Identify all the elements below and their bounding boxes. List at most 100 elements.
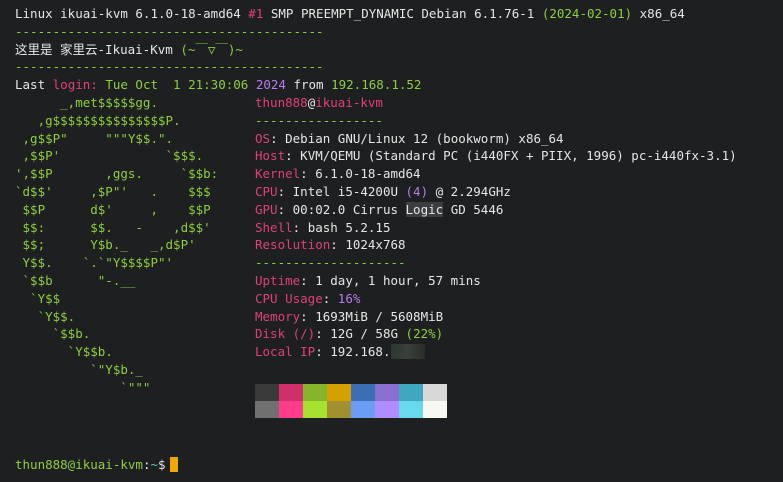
- logo-line: `d$$' ,$P"' . $$$: [15, 183, 211, 199]
- system-info: thun888@ikuai-kvm ----------------- OS: …: [255, 94, 775, 361]
- logo-line: `Y$$: [15, 290, 61, 306]
- memory-label: Memory: [255, 308, 301, 324]
- info-sep: :: [330, 237, 346, 253]
- info-sep: :: [277, 201, 293, 217]
- motd-text: 这里是 家里云-Ikuai-Kvm: [15, 41, 181, 57]
- info-sep: :: [300, 166, 316, 182]
- info-sep: :: [285, 148, 301, 164]
- last-login-ip: 192.168.1.52: [331, 77, 422, 93]
- info-memory: Memory: 1693MiB / 5608MiB: [255, 308, 775, 326]
- prompt-user-host: thun888@ikuai-kvm: [15, 457, 143, 472]
- cpu-usage-value: 16%: [337, 290, 361, 306]
- info-sep: :: [300, 308, 316, 324]
- info-kernel: Kernel: 6.1.0-18-amd64: [255, 165, 775, 183]
- debian-ascii-logo: _,met$$$$$gg. ,g$$$$$$$$$$$$$$$P. ,g$$P"…: [15, 94, 255, 397]
- localip-label: Local IP: [255, 344, 316, 360]
- shell-label: Shell: [255, 219, 293, 235]
- last-label: Last: [15, 77, 53, 93]
- info-cpu: CPU: Intel i5-4200U (4) @ 2.294GHz: [255, 183, 775, 201]
- info-sep: :: [292, 219, 308, 235]
- last-login-word: login:: [52, 77, 98, 93]
- logo-line: ,g$$P" """Y$$.".: [15, 130, 174, 146]
- last-login-date: Tue Oct 1 21:30:06: [97, 77, 256, 93]
- logo-line: ,$$P' `$$$.: [15, 148, 204, 164]
- palette-swatch: [255, 401, 279, 418]
- info-underline-2: --------------------: [255, 255, 406, 271]
- terminal-window[interactable]: Linux ikuai-kvm 6.1.0-18-amd64 #1 SMP PR…: [15, 5, 775, 475]
- palette-swatch: [327, 401, 351, 418]
- info-gpu: GPU: 00:02.0 Cirrus Logic GD 5446: [255, 201, 775, 219]
- logo-line: $$; Y$b._ _,d$P': [15, 237, 196, 253]
- palette-swatch: [255, 384, 279, 401]
- last-login-year: 2024: [255, 77, 286, 93]
- uptime-value: 1 day, 1 hour, 57 mins: [315, 272, 481, 288]
- palette-swatch: [375, 401, 399, 418]
- uname-mid: SMP PREEMPT_DYNAMIC Debian 6.1.76-1: [263, 6, 542, 21]
- shell-prompt[interactable]: thun888@ikuai-kvm:~$: [15, 456, 178, 474]
- logo-line: `Y$$b.: [15, 344, 113, 360]
- uname-post: x86_64: [632, 6, 685, 21]
- gpu-value-post: GD 5446: [443, 201, 504, 217]
- logo-line: $$P d$' , $$P: [15, 201, 211, 217]
- localip-value: 192.168.: [330, 344, 391, 360]
- motd-line: 这里是 家里云-Ikuai-Kvm (~￣▽￣)~: [15, 41, 775, 59]
- os-label: OS: [255, 130, 271, 146]
- info-sep: :: [315, 326, 331, 342]
- memory-value: 1693MiB / 5608MiB: [315, 308, 444, 324]
- info-underline: -----------------: [255, 112, 383, 128]
- logo-line: Y$$. `.`"Y$$$$P"': [15, 255, 174, 271]
- gpu-label: GPU: [255, 201, 278, 217]
- info-sep: :: [270, 130, 286, 146]
- redacted-ip-block: [390, 344, 425, 360]
- info-shell: Shell: bash 5.2.15: [255, 219, 775, 237]
- logo-line: `$$b "-.__: [15, 272, 136, 288]
- host-value: KVM/QEMU (Standard PC (i440FX + PIIX, 19…: [300, 148, 737, 164]
- logo-line: `$$b.: [15, 326, 91, 342]
- uname-pre: Linux ikuai-kvm 6.1.0-18-amd64: [15, 6, 249, 21]
- info-user: thun888: [255, 95, 308, 110]
- logo-line: `""": [15, 379, 151, 395]
- gpu-value-pre: 00:02.0 Cirrus: [292, 201, 406, 217]
- info-resolution: Resolution: 1024x768: [255, 236, 775, 254]
- palette-swatch: [279, 401, 303, 418]
- palette-swatch: [399, 384, 423, 401]
- logo-line: ',$$P ,ggs. `$$b:: [15, 166, 219, 182]
- palette-swatch: [399, 401, 423, 418]
- prompt-dollar: $: [158, 457, 166, 472]
- uname-line: Linux ikuai-kvm 6.1.0-18-amd64 #1 SMP PR…: [15, 5, 775, 23]
- text-cursor[interactable]: [169, 457, 178, 472]
- info-host: ikuai-kvm: [315, 95, 383, 110]
- palette-swatch: [351, 384, 375, 401]
- palette-swatch: [327, 384, 351, 401]
- prompt-path: ~: [150, 457, 158, 472]
- logo-line: _,met$$$$$gg.: [15, 95, 158, 110]
- logo-line: `"Y$b._: [15, 361, 143, 377]
- last-login-line: Last login: Tue Oct 1 21:30:06 2024 from…: [15, 76, 775, 94]
- uptime-label: Uptime: [255, 272, 301, 288]
- info-host-row: Host: KVM/QEMU (Standard PC (i440FX + PI…: [255, 147, 775, 165]
- separator-bottom: ----------------------------------------…: [15, 59, 324, 75]
- gpu-value-highlight: Logic: [405, 201, 444, 217]
- resolution-label: Resolution: [255, 237, 331, 253]
- disk-value-pre: 12G / 58G: [330, 326, 406, 342]
- info-sep: :: [300, 272, 316, 288]
- info-uptime: Uptime: 1 day, 1 hour, 57 mins: [255, 272, 775, 290]
- palette-swatch: [279, 384, 303, 401]
- kernel-value: 6.1.0-18-amd64: [315, 166, 421, 182]
- logo-line: $$: $$. - ,d$$': [15, 219, 211, 235]
- info-sep: :: [277, 183, 293, 199]
- cpu-usage-label: CPU Usage: [255, 290, 323, 306]
- info-sep: :: [322, 290, 338, 306]
- motd-face: (~￣▽￣)~: [180, 41, 243, 57]
- palette-swatch: [423, 384, 447, 401]
- cpu-value-post: @ 2.294GHz: [428, 183, 511, 199]
- cpu-value-pre: Intel i5-4200U: [292, 183, 406, 199]
- color-palette: [255, 384, 447, 418]
- info-title: thun888@ikuai-kvm: [255, 94, 775, 112]
- palette-swatch: [423, 401, 447, 418]
- palette-swatch: [351, 401, 375, 418]
- logo-line: ,g$$$$$$$$$$$$$$$P.: [15, 112, 181, 128]
- palette-swatch: [303, 401, 327, 418]
- info-os: OS: Debian GNU/Linux 12 (bookworm) x86_6…: [255, 130, 775, 148]
- logo-line: `Y$$.: [15, 308, 76, 324]
